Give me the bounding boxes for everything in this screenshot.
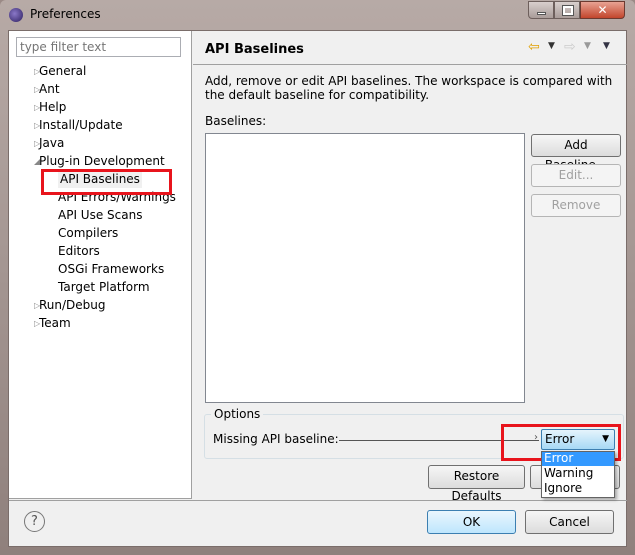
page-description: Add, remove or edit API baselines. The w…	[205, 74, 613, 102]
view-menu-icon[interactable]: ▼	[603, 41, 610, 51]
tree-item[interactable]: API Use Scans	[58, 207, 142, 224]
tree-item[interactable]: Team	[39, 315, 71, 332]
dropdown-option-ignore[interactable]: Ignore	[542, 481, 614, 496]
tree-item[interactable]: Java	[39, 135, 64, 152]
baselines-list[interactable]	[205, 133, 525, 403]
dialog-client: ▷General▷Ant▷Help▷Install/Update▷Java◢Pl…	[8, 30, 627, 547]
tree-item[interactable]: Help	[39, 99, 66, 116]
back-dropdown-icon[interactable]: ▼	[548, 41, 555, 51]
forward-icon[interactable]: ⇨	[564, 39, 576, 55]
cancel-button[interactable]: Cancel	[525, 510, 614, 534]
tree-item[interactable]: Editors	[58, 243, 100, 260]
dropdown-option-error[interactable]: Error	[542, 452, 614, 466]
ok-button[interactable]: OK	[427, 510, 516, 534]
close-button[interactable]: ✕	[580, 1, 625, 19]
window-title: Preferences	[30, 7, 101, 21]
minimize-button[interactable]	[528, 1, 554, 19]
tree-item[interactable]: General	[39, 63, 86, 80]
tree-item[interactable]: Plug-in Development	[39, 153, 165, 170]
highlight-box-api-baselines	[41, 169, 172, 195]
eclipse-icon	[9, 8, 23, 22]
dropdown-option-warning[interactable]: Warning	[542, 466, 614, 481]
tree-item[interactable]: Target Platform	[58, 279, 150, 296]
filter-input[interactable]	[16, 37, 181, 57]
tree-item[interactable]: Install/Update	[39, 117, 123, 134]
tree-item[interactable]: OSGi Frameworks	[58, 261, 164, 278]
tree-item[interactable]: Ant	[39, 81, 60, 98]
tree-item[interactable]: Compilers	[58, 225, 118, 242]
forward-dropdown-icon[interactable]: ▼	[584, 41, 591, 51]
dropdown-list: Error Warning Ignore	[541, 451, 615, 498]
remove-button[interactable]: Remove	[531, 194, 621, 217]
add-baseline-button[interactable]: Add Baseline...	[531, 134, 621, 172]
header-divider	[193, 64, 627, 65]
edit-button[interactable]: Edit...	[531, 164, 621, 187]
preferences-window: Preferences ✕ ▷General▷Ant▷Help▷Install/…	[0, 0, 635, 555]
restore-defaults-button[interactable]: Restore Defaults	[428, 465, 525, 503]
baselines-label: Baselines:	[205, 114, 267, 128]
tree-item[interactable]: Run/Debug	[39, 297, 106, 314]
help-icon[interactable]: ?	[24, 511, 45, 532]
options-group-label: Options	[211, 407, 264, 421]
back-icon[interactable]: ⇦	[528, 39, 540, 55]
footer-divider	[9, 500, 627, 501]
maximize-button[interactable]	[554, 1, 580, 19]
page-title: API Baselines	[205, 42, 304, 57]
missing-baseline-label: Missing API baseline:	[213, 432, 339, 446]
